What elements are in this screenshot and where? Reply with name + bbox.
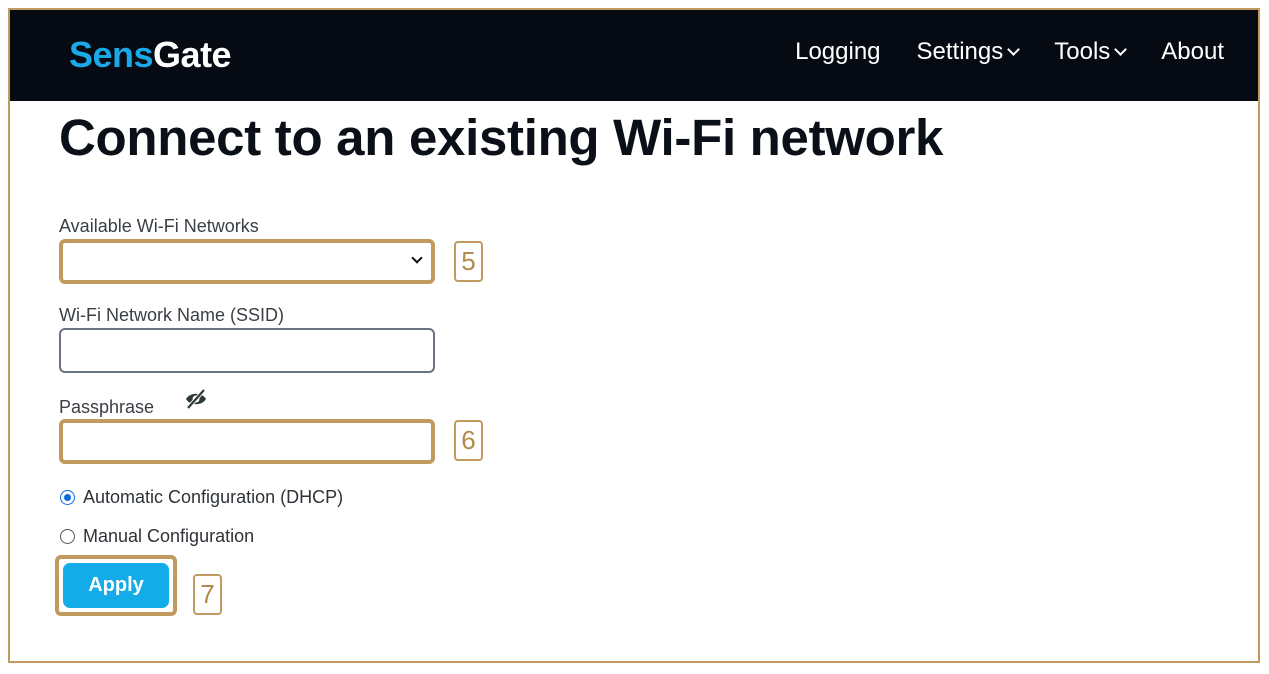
eye-slash-icon[interactable] [184,389,208,409]
radio-manual-row[interactable]: Manual Configuration [60,526,254,547]
nav-item-label: Logging [795,38,881,65]
passphrase-label: Passphrase [59,397,155,417]
nav-item-settings[interactable]: Settings [916,38,1021,66]
radio-manual[interactable] [60,529,75,544]
apply-highlight: Apply [55,555,177,616]
nav-item-about[interactable]: About [1161,38,1224,66]
ssid-label: Wi-Fi Network Name (SSID) [59,305,285,325]
chevron-down-icon [411,252,423,264]
annotation-badge-5: 5 [454,241,483,282]
nav-item-label: Tools [1054,38,1111,65]
passphrase-input[interactable] [59,419,435,464]
brand-logo[interactable]: SensGate [69,34,232,76]
brand-part-sens: Sens [69,34,154,75]
nav-item-tools[interactable]: Tools [1054,38,1128,66]
apply-button[interactable]: Apply [63,563,169,608]
nav-item-logging[interactable]: Logging [795,38,880,66]
brand-part-gate: Gate [153,34,232,75]
ssid-input[interactable] [59,328,435,373]
annotation-badge-6: 6 [454,420,483,461]
chevron-down-icon [1114,42,1128,56]
navbar: SensGate Logging Settings Tools About [10,10,1258,101]
nav-item-label: About [1161,38,1224,65]
networks-select[interactable] [59,239,435,284]
radio-dhcp-row[interactable]: Automatic Configuration (DHCP) [60,487,343,508]
annotation-badge-7: 7 [193,574,222,615]
radio-manual-label: Manual Configuration [83,526,255,546]
radio-dhcp-label: Automatic Configuration (DHCP) [83,487,344,507]
nav-item-label: Settings [916,38,1004,65]
page-title: Connect to an existing Wi-Fi network [59,109,944,166]
networks-label: Available Wi-Fi Networks [59,216,259,236]
nav-menu: Logging Settings Tools About [795,38,1224,66]
radio-dhcp[interactable] [60,490,75,505]
chevron-down-icon [1007,42,1021,56]
